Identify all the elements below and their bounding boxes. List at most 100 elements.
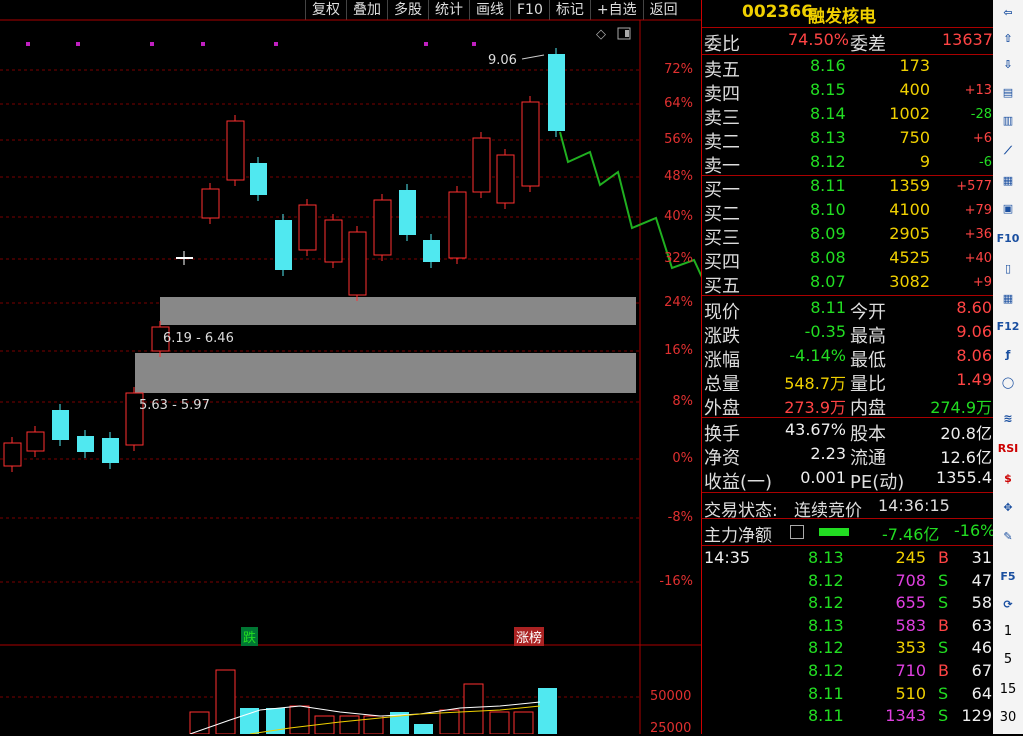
- candle: [102, 432, 119, 469]
- f12-icon[interactable]: F12: [996, 316, 1020, 338]
- asks-price: 8.13: [810, 128, 846, 147]
- period-5[interactable]: 5: [993, 652, 1023, 667]
- stats2-label2: PE(动): [850, 472, 905, 493]
- asks-change: -28: [970, 107, 992, 122]
- arrow-up-icon[interactable]: ⇧: [996, 28, 1020, 50]
- stats2-value2: 12.6亿: [940, 448, 992, 467]
- main-flow-row: 主力净额 -7.46亿 -16%: [702, 521, 996, 546]
- stats2-value: 2.23: [810, 444, 846, 463]
- stats-value: 8.11: [810, 298, 846, 317]
- bids-change: +36: [964, 227, 992, 242]
- main-flow-pct: -16%: [954, 521, 996, 540]
- stats-value2: 8.60: [956, 298, 992, 317]
- candle: [176, 251, 193, 265]
- candle: [373, 194, 392, 261]
- asks-change: +13: [964, 83, 992, 98]
- tick-row: 14:35 8.13 245 B 31: [702, 548, 994, 571]
- right-toolbar: ⇦ ⇧ ⇩ ▤ ▥ ⟋ ▦ ▣ F10 ▯ ▦ F12 ƒ ◯ ≋ RSI $ …: [993, 0, 1023, 734]
- weibi-row: 委比 74.50% 委差 13637: [702, 30, 994, 55]
- tick-count: 129: [961, 706, 992, 726]
- main-flow-bar: [819, 528, 849, 536]
- candle: [77, 430, 94, 458]
- doc-icon[interactable]: ▯: [996, 258, 1020, 280]
- stats2-value2: 20.8亿: [940, 424, 992, 443]
- tick-volume: 245: [895, 548, 926, 567]
- stats-label2: 最高: [850, 326, 886, 347]
- trend-icon[interactable]: ⟋: [996, 140, 1020, 162]
- tick-volume: 710: [895, 661, 926, 680]
- bar-chart-icon[interactable]: ▦: [996, 170, 1020, 192]
- candle: [3, 437, 22, 472]
- high-arrow: [521, 54, 545, 60]
- tick-row: 8.12 708 S 47: [702, 571, 994, 594]
- report-icon[interactable]: ▤: [996, 82, 1020, 104]
- period-1[interactable]: 1: [993, 624, 1023, 639]
- tick-count: 64: [971, 683, 992, 703]
- asks-row: 卖四 8.15 400 +13: [702, 80, 994, 105]
- bids-row: 买二 8.10 4100 +79: [702, 200, 994, 225]
- candle: [496, 149, 515, 209]
- rsi-icon[interactable]: RSI: [996, 438, 1020, 460]
- f5-icon[interactable]: F5: [996, 566, 1020, 588]
- bids-price: 8.10: [810, 200, 846, 219]
- calendar-icon[interactable]: ▦: [996, 288, 1020, 310]
- gap-box-lower: [135, 353, 636, 393]
- stats-value2: 274.9万: [930, 398, 992, 417]
- tick-count: 47: [971, 570, 992, 590]
- formula-icon[interactable]: ƒ: [996, 344, 1020, 366]
- asks-row: 卖一 8.12 9 -6: [702, 152, 994, 177]
- stats2-row: 换手 43.67% 股本 20.8亿: [702, 420, 994, 445]
- signal-marker: [76, 42, 80, 46]
- pencil-icon[interactable]: ✎: [996, 526, 1020, 548]
- gap-label-upper: 6.19 - 6.46: [163, 331, 234, 346]
- signal-marker: [424, 42, 428, 46]
- stats2-row: 收益(一) 0.001 PE(动) 1355.4: [702, 468, 994, 493]
- arrow-left-icon[interactable]: ⇦: [996, 2, 1020, 24]
- price-axis-label: 32%: [664, 251, 693, 266]
- asks-price: 8.15: [810, 80, 846, 99]
- stats-label2: 最低: [850, 350, 886, 371]
- move-icon[interactable]: ✥: [996, 497, 1020, 519]
- bids-price: 8.09: [810, 224, 846, 243]
- candle-icon[interactable]: ▥: [996, 110, 1020, 132]
- asks-change: -6: [979, 155, 992, 170]
- dollar-icon[interactable]: $: [996, 468, 1020, 490]
- period-15[interactable]: 15: [993, 682, 1023, 697]
- bids-volume: 2905: [889, 224, 930, 243]
- bids-row: 买五 8.07 3082 +9: [702, 272, 994, 297]
- volume-bar: [538, 688, 557, 734]
- stats-label: 现价: [704, 302, 740, 323]
- volume-bar: [513, 711, 534, 734]
- trade-status-row: 交易状态: 连续竞价 14:36:15: [702, 496, 994, 521]
- weicha-value: 13637: [942, 30, 993, 49]
- kline-chart[interactable]: ◇: [0, 0, 701, 734]
- refresh-icon[interactable]: ⟳: [996, 594, 1020, 616]
- signal-marker: [26, 42, 30, 46]
- stats2-row: 净资 2.23 流通 12.6亿: [702, 444, 994, 469]
- stats2-label: 收益(一): [704, 472, 773, 493]
- wave-icon[interactable]: ≋: [996, 408, 1020, 430]
- arrow-down-icon[interactable]: ⇩: [996, 54, 1020, 76]
- asks-row: 卖五 8.16 173: [702, 56, 994, 81]
- tick-side: S: [938, 706, 949, 726]
- f10-icon[interactable]: F10: [996, 228, 1020, 250]
- weicha-label: 委差: [850, 34, 886, 55]
- list-icon[interactable]: [790, 525, 804, 539]
- tick-count: 63: [971, 615, 992, 635]
- diamond-icon[interactable]: ◇: [596, 27, 606, 42]
- tick-count: 58: [971, 593, 992, 613]
- table-icon[interactable]: ▣: [996, 198, 1020, 220]
- stats2-label: 净资: [704, 448, 740, 469]
- asks-label: 卖四: [704, 84, 740, 105]
- circle-icon[interactable]: ◯: [996, 372, 1020, 394]
- bids-volume: 4100: [889, 200, 930, 219]
- price-axis-label: -8%: [667, 510, 693, 525]
- asks-volume: 400: [899, 80, 930, 99]
- volume-bar: [489, 711, 510, 734]
- candle: [125, 387, 144, 451]
- stats-value: -4.14%: [789, 346, 846, 365]
- price-axis-label: 64%: [664, 96, 693, 111]
- period-30[interactable]: 30: [993, 710, 1023, 725]
- stats2-label2: 股本: [850, 424, 886, 445]
- asks-row: 卖三 8.14 1002 -28: [702, 104, 994, 129]
